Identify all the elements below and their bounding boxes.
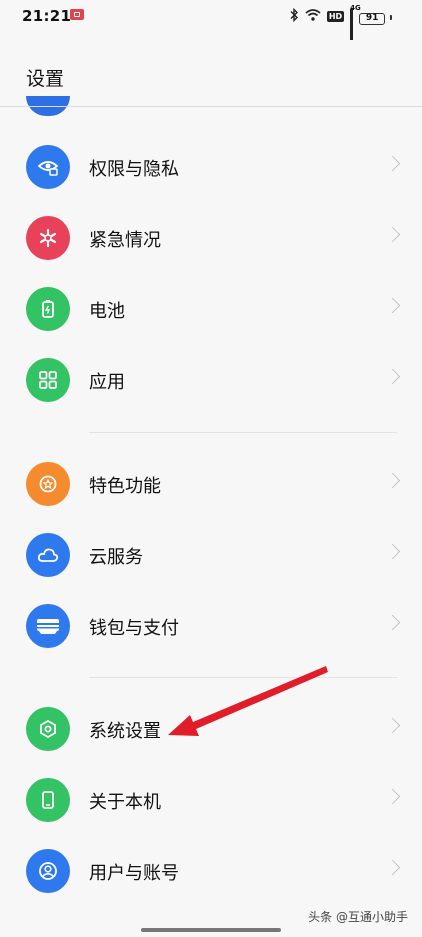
settings-item-apps[interactable]: 应用 [0, 345, 422, 415]
settings-item-label: 云服务 [89, 547, 143, 568]
battery-icon [26, 287, 70, 331]
chevron-right-icon [384, 788, 401, 805]
apps-grid-icon [26, 358, 70, 402]
cellular-signal-icon: 4G [350, 4, 361, 40]
chevron-right-icon [384, 226, 401, 243]
settings-item-emergency[interactable]: 紧急情况 [0, 203, 422, 273]
settings-item-privacy[interactable]: 权限与隐私 [0, 132, 422, 202]
screen-record-icon [70, 9, 84, 20]
header-divider [0, 106, 422, 107]
asterisk-icon [26, 216, 70, 260]
settings-item-battery[interactable]: 电池 [0, 274, 422, 344]
star-icon [26, 462, 70, 506]
bluetooth-icon [289, 7, 299, 25]
settings-item-label: 钱包与支付 [89, 618, 179, 639]
settings-item-system[interactable]: 系统设置 [0, 694, 422, 764]
network-type-label: 4G [350, 4, 361, 12]
settings-item-cloud[interactable]: 云服务 [0, 520, 422, 590]
wifi-icon [305, 9, 321, 24]
wallet-icon [26, 604, 70, 648]
chevron-right-icon [384, 472, 401, 489]
battery-level: 91 [359, 12, 386, 25]
eye-lock-icon [26, 145, 70, 189]
chevron-right-icon [384, 155, 401, 172]
chevron-right-icon [384, 297, 401, 314]
settings-item-label: 电池 [89, 301, 125, 322]
chevron-right-icon [384, 717, 401, 734]
status-icons: HD 4G 91 [289, 4, 392, 40]
settings-item-label: 系统设置 [89, 721, 161, 742]
settings-item-label: 应用 [89, 372, 125, 393]
settings-item-label: 特色功能 [89, 476, 161, 497]
hd-volte-icon: HD [326, 11, 345, 22]
watermark: 头条 @互通小助手 [308, 908, 408, 925]
hexagon-settings-icon [26, 707, 70, 751]
settings-item-label: 关于本机 [89, 792, 161, 813]
settings-item-wallet[interactable]: 钱包与支付 [0, 591, 422, 661]
settings-item-features[interactable]: 特色功能 [0, 449, 422, 519]
home-indicator[interactable] [141, 928, 281, 932]
battery-indicator: 91 [359, 9, 392, 25]
phone-icon [26, 778, 70, 822]
settings-item-label: 紧急情况 [89, 230, 161, 251]
chevron-right-icon [384, 543, 401, 560]
status-bar: 21:21 HD 4G 91 [0, 0, 422, 40]
settings-item-label: 用户与账号 [89, 863, 179, 884]
group-divider [89, 677, 397, 678]
watermark-text: 头条 @互通小助手 [308, 910, 408, 924]
page-title: 设置 [26, 68, 65, 90]
settings-item-label: 权限与隐私 [89, 159, 179, 180]
user-icon [26, 849, 70, 893]
group-divider [89, 432, 397, 433]
chevron-right-icon [384, 859, 401, 876]
settings-item-users[interactable]: 用户与账号 [0, 836, 422, 906]
cloud-icon [26, 533, 70, 577]
settings-item-about[interactable]: 关于本机 [0, 765, 422, 835]
chevron-right-icon [384, 368, 401, 385]
chevron-right-icon [384, 614, 401, 631]
status-time: 21:21 [22, 7, 72, 25]
